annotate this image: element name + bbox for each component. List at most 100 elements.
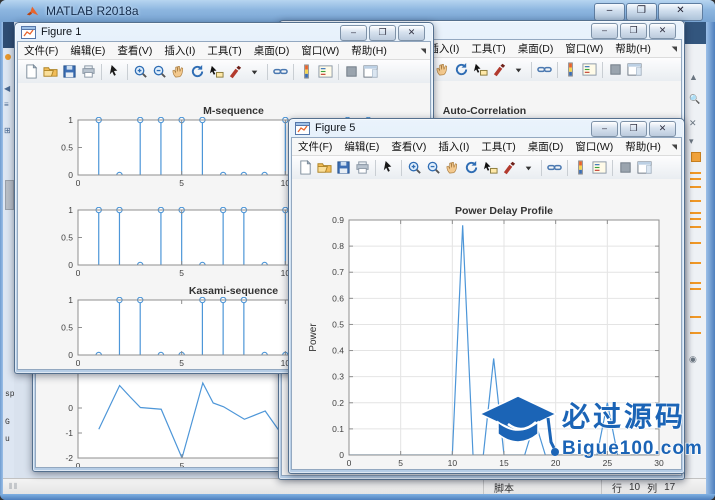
list-icon[interactable]: ≡ <box>4 100 9 109</box>
figure1-titlebar[interactable]: Figure 1 – ❐ ✕ <box>15 23 433 41</box>
menu-item[interactable]: 桌面(D) <box>522 139 570 154</box>
code-warning-mark[interactable] <box>690 282 701 284</box>
menu-item[interactable]: 文件(F) <box>18 43 64 58</box>
pan-hand-icon[interactable] <box>433 61 452 79</box>
insert-legend-icon[interactable] <box>590 159 609 177</box>
edit-plot-arrow-icon[interactable] <box>105 63 124 81</box>
menu-item[interactable]: 桌面(D) <box>512 41 560 56</box>
hide-plot-tools-icon[interactable] <box>606 61 625 79</box>
code-analyzer-status-icon[interactable] <box>691 152 701 162</box>
minimize-button[interactable]: – <box>591 23 618 39</box>
link-plots-icon[interactable] <box>545 159 564 177</box>
zoom-in-icon[interactable] <box>131 63 150 81</box>
open-folder-icon[interactable] <box>41 63 60 81</box>
maximize-button[interactable]: ❐ <box>369 25 396 41</box>
insert-colorbar-icon[interactable] <box>561 61 580 79</box>
menu-item[interactable]: 工具(T) <box>475 139 521 154</box>
zoom-out-icon[interactable] <box>150 63 169 81</box>
code-warning-mark[interactable] <box>690 218 701 220</box>
maximize-button[interactable]: ❐ <box>620 121 647 137</box>
brush-data-icon[interactable] <box>500 159 519 177</box>
new-document-icon[interactable] <box>22 63 41 81</box>
matlab-titlebar[interactable]: MATLAB R2018a – ❐ ✕ <box>0 0 715 22</box>
figure5-titlebar[interactable]: Figure 5 – ❐ ✕ <box>289 119 684 137</box>
minimize-button[interactable]: – <box>594 3 625 21</box>
open-folder-icon[interactable] <box>315 159 334 177</box>
code-warning-mark[interactable] <box>690 212 701 214</box>
chevron-down-icon[interactable]: ▾ <box>689 136 694 147</box>
expand-plus-icon[interactable]: ⊞ <box>4 126 11 135</box>
pan-hand-icon[interactable] <box>443 159 462 177</box>
link-plots-icon[interactable] <box>535 61 554 79</box>
code-warning-mark[interactable] <box>690 316 701 318</box>
menu-item[interactable]: 帮助(H) <box>345 43 393 58</box>
menu-item[interactable]: 插入(I) <box>158 43 201 58</box>
close-button[interactable]: ✕ <box>658 3 703 21</box>
zoom-in-icon[interactable] <box>405 159 424 177</box>
code-warning-mark[interactable] <box>690 262 701 264</box>
show-plot-tools-icon[interactable] <box>635 159 654 177</box>
save-figure-icon[interactable] <box>334 159 353 177</box>
rotate-3d-icon[interactable] <box>462 159 481 177</box>
save-figure-icon[interactable] <box>60 63 79 81</box>
dropdown-caret-icon[interactable] <box>245 63 264 81</box>
menu-item[interactable]: 窗口(W) <box>569 139 619 154</box>
minimize-button[interactable]: – <box>591 121 618 137</box>
scrollbar-thumb[interactable] <box>5 180 14 210</box>
code-warning-mark[interactable] <box>690 178 701 180</box>
menu-item[interactable]: 查看(V) <box>385 139 432 154</box>
menu-item[interactable]: 工具(T) <box>465 41 511 56</box>
menu-pin-icon[interactable]: ◥ <box>672 45 677 53</box>
menu-pin-icon[interactable]: ◥ <box>421 47 426 55</box>
zoom-out-icon[interactable] <box>424 159 443 177</box>
scroll-up-icon[interactable]: ▲ <box>689 72 698 82</box>
pan-hand-icon[interactable] <box>169 63 188 81</box>
link-plots-icon[interactable] <box>271 63 290 81</box>
menu-item[interactable]: 文件(F) <box>292 139 338 154</box>
code-warning-mark[interactable] <box>690 186 701 188</box>
code-warning-mark[interactable] <box>690 332 701 334</box>
brush-data-icon[interactable] <box>226 63 245 81</box>
rotate-3d-icon[interactable] <box>188 63 207 81</box>
insert-legend-icon[interactable] <box>580 61 599 79</box>
dropdown-caret-icon[interactable] <box>509 61 528 79</box>
brush-data-icon[interactable] <box>490 61 509 79</box>
maximize-button[interactable]: ❐ <box>626 3 657 21</box>
close-button[interactable]: ✕ <box>649 23 676 39</box>
menu-item[interactable]: 窗口(W) <box>295 43 345 58</box>
minimize-button[interactable]: – <box>340 25 367 41</box>
code-warning-mark[interactable] <box>690 242 701 244</box>
code-warning-mark[interactable] <box>690 172 701 174</box>
code-warning-mark[interactable] <box>690 200 701 202</box>
hide-plot-tools-icon[interactable] <box>616 159 635 177</box>
menu-item[interactable]: 工具(T) <box>201 43 247 58</box>
rotate-3d-icon[interactable] <box>452 61 471 79</box>
code-warning-mark[interactable] <box>690 226 701 228</box>
back-arrow-icon[interactable]: ◀ <box>4 84 10 93</box>
print-figure-icon[interactable] <box>353 159 372 177</box>
hide-plot-tools-icon[interactable] <box>342 63 361 81</box>
new-document-icon[interactable] <box>296 159 315 177</box>
menu-item[interactable]: 桌面(D) <box>248 43 296 58</box>
search-icon[interactable]: 🔍 <box>689 94 700 105</box>
data-cursor-icon[interactable] <box>481 159 500 177</box>
dropdown-caret-icon[interactable] <box>519 159 538 177</box>
close-button[interactable]: ✕ <box>398 25 425 41</box>
menu-item[interactable]: 编辑(E) <box>64 43 111 58</box>
edit-plot-arrow-icon[interactable] <box>379 159 398 177</box>
show-plot-tools-icon[interactable] <box>625 61 644 79</box>
insert-legend-icon[interactable] <box>316 63 335 81</box>
menu-item[interactable]: 帮助(H) <box>609 41 657 56</box>
code-warning-mark[interactable] <box>690 288 701 290</box>
insert-colorbar-icon[interactable] <box>571 159 590 177</box>
show-plot-tools-icon[interactable] <box>361 63 380 81</box>
menu-pin-icon[interactable]: ◥ <box>672 143 677 151</box>
close-button[interactable]: ✕ <box>649 121 676 137</box>
menu-item[interactable]: 窗口(W) <box>559 41 609 56</box>
menu-item[interactable]: 查看(V) <box>111 43 158 58</box>
close-small-icon[interactable]: ✕ <box>689 118 697 129</box>
data-cursor-icon[interactable] <box>471 61 490 79</box>
menu-item[interactable]: 插入(I) <box>432 139 475 154</box>
menu-item[interactable]: 帮助(H) <box>619 139 667 154</box>
print-figure-icon[interactable] <box>79 63 98 81</box>
